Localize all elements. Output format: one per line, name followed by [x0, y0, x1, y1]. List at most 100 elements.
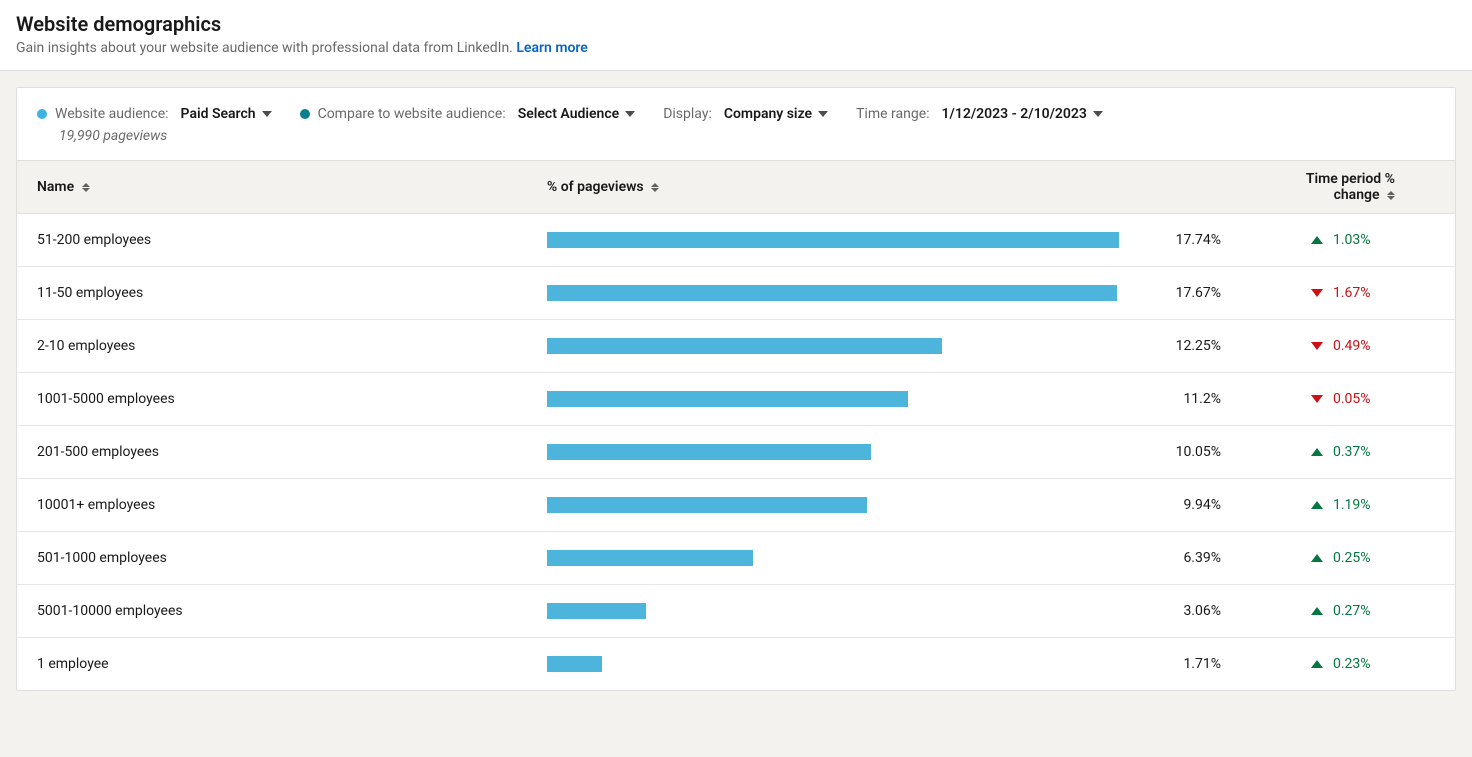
- pageviews-count: 19,990 pageviews: [17, 128, 1455, 160]
- row-name: 1001-5000 employees: [17, 373, 527, 426]
- time-range-dropdown[interactable]: 1/12/2023 - 2/10/2023: [938, 106, 1103, 122]
- row-name: 11-50 employees: [17, 267, 527, 320]
- caret-down-icon: [262, 111, 272, 117]
- column-header-pct[interactable]: % of pageviews: [527, 161, 1251, 214]
- row-name: 2-10 employees: [17, 320, 527, 373]
- column-header-name-label: Name: [37, 179, 74, 195]
- compare-series-dot-icon: [300, 109, 310, 119]
- row-change-value: 0.27%: [1333, 603, 1371, 619]
- page-subtitle: Gain insights about your website audienc…: [16, 40, 1456, 56]
- row-change-value: 1.67%: [1333, 285, 1371, 301]
- row-bar-cell: [527, 479, 1139, 532]
- demographics-table: Name % of pageviews Time period % change…: [17, 160, 1455, 690]
- row-pct: 10.05%: [1139, 426, 1251, 479]
- bar-icon: [547, 656, 602, 672]
- display-value: Company size: [724, 106, 812, 122]
- column-header-name[interactable]: Name: [17, 161, 527, 214]
- row-change-value: 1.19%: [1333, 497, 1371, 513]
- column-header-change-label: Time period % change: [1306, 171, 1395, 203]
- row-pct: 11.2%: [1139, 373, 1251, 426]
- table-row: 501-1000 employees6.39%0.25%: [17, 532, 1455, 585]
- table-row: 10001+ employees 9.94% 1.19%: [17, 479, 1455, 532]
- compare-audience-value: Select Audience: [518, 106, 620, 122]
- row-change: 1.03%: [1251, 214, 1455, 267]
- row-change-value: 0.37%: [1333, 444, 1371, 460]
- row-change: 0.37%: [1251, 426, 1455, 479]
- table-row: 1001-5000 employees 11.2% 0.05%: [17, 373, 1455, 426]
- column-header-change[interactable]: Time period % change: [1251, 161, 1455, 214]
- row-name: 1 employee: [17, 638, 527, 691]
- row-bar-cell: [527, 532, 1139, 585]
- row-change: 0.05%: [1251, 373, 1455, 426]
- row-name: 5001-10000 employees: [17, 585, 527, 638]
- website-audience-group: Website audience: Paid Search: [37, 106, 272, 122]
- page-header: Website demographics Gain insights about…: [0, 0, 1472, 71]
- row-pct: 1.71%: [1139, 638, 1251, 691]
- row-bar-cell: [527, 585, 1139, 638]
- trend-up-icon: [1311, 236, 1323, 244]
- website-audience-dropdown[interactable]: Paid Search: [177, 106, 272, 122]
- sort-icon: [651, 183, 659, 192]
- display-group: Display: Company size: [663, 106, 828, 122]
- caret-down-icon: [625, 111, 635, 117]
- column-header-pct-label: % of pageviews: [547, 179, 644, 195]
- compare-audience-dropdown[interactable]: Select Audience: [514, 106, 636, 122]
- table-row: 11-50 employees17.67%1.67%: [17, 267, 1455, 320]
- bar-icon: [547, 550, 753, 566]
- bar-icon: [547, 338, 942, 354]
- row-bar-cell: [527, 267, 1139, 320]
- time-range-value: 1/12/2023 - 2/10/2023: [942, 106, 1087, 122]
- row-change: 0.23%: [1251, 638, 1455, 691]
- row-pct: 3.06%: [1139, 585, 1251, 638]
- page-title: Website demographics: [16, 12, 1456, 36]
- sort-icon: [82, 183, 90, 192]
- bar-icon: [547, 603, 646, 619]
- row-change: 1.19%: [1251, 479, 1455, 532]
- table-row: 1 employee 1.71% 0.23%: [17, 638, 1455, 691]
- row-bar-cell: [527, 426, 1139, 479]
- primary-series-dot-icon: [37, 109, 47, 119]
- compare-audience-group: Compare to website audience: Select Audi…: [300, 106, 636, 122]
- bar-icon: [547, 444, 871, 460]
- website-audience-label: Website audience:: [55, 106, 169, 122]
- trend-up-icon: [1311, 607, 1323, 615]
- table-row: 2-10 employees 12.25% 0.49%: [17, 320, 1455, 373]
- row-change: 1.67%: [1251, 267, 1455, 320]
- row-bar-cell: [527, 214, 1139, 267]
- trend-up-icon: [1311, 660, 1323, 668]
- row-change-value: 0.05%: [1333, 391, 1371, 407]
- row-name: 10001+ employees: [17, 479, 527, 532]
- learn-more-link[interactable]: Learn more: [516, 40, 587, 56]
- row-change-value: 0.23%: [1333, 656, 1371, 672]
- row-pct: 12.25%: [1139, 320, 1251, 373]
- bar-icon: [547, 285, 1117, 301]
- caret-down-icon: [818, 111, 828, 117]
- bar-icon: [547, 497, 867, 513]
- row-bar-cell: [527, 320, 1139, 373]
- trend-up-icon: [1311, 501, 1323, 509]
- row-pct: 9.94%: [1139, 479, 1251, 532]
- row-change: 0.49%: [1251, 320, 1455, 373]
- row-change: 0.25%: [1251, 532, 1455, 585]
- row-change-value: 0.49%: [1333, 338, 1371, 354]
- time-range-group: Time range: 1/12/2023 - 2/10/2023: [856, 106, 1103, 122]
- row-pct: 17.74%: [1139, 214, 1251, 267]
- row-name: 201-500 employees: [17, 426, 527, 479]
- trend-up-icon: [1311, 554, 1323, 562]
- table-row: 51-200 employees17.74%1.03%: [17, 214, 1455, 267]
- row-change: 0.27%: [1251, 585, 1455, 638]
- trend-down-icon: [1311, 289, 1323, 297]
- display-dropdown[interactable]: Company size: [720, 106, 828, 122]
- trend-up-icon: [1311, 448, 1323, 456]
- compare-audience-label: Compare to website audience:: [318, 106, 506, 122]
- display-label: Display:: [663, 106, 712, 122]
- trend-down-icon: [1311, 395, 1323, 403]
- row-change-value: 0.25%: [1333, 550, 1371, 566]
- row-change-value: 1.03%: [1333, 232, 1371, 248]
- row-name: 501-1000 employees: [17, 532, 527, 585]
- row-bar-cell: [527, 373, 1139, 426]
- bar-icon: [547, 232, 1119, 248]
- time-range-label: Time range:: [856, 106, 929, 122]
- table-row: 5001-10000 employees 3.06% 0.27%: [17, 585, 1455, 638]
- caret-down-icon: [1093, 111, 1103, 117]
